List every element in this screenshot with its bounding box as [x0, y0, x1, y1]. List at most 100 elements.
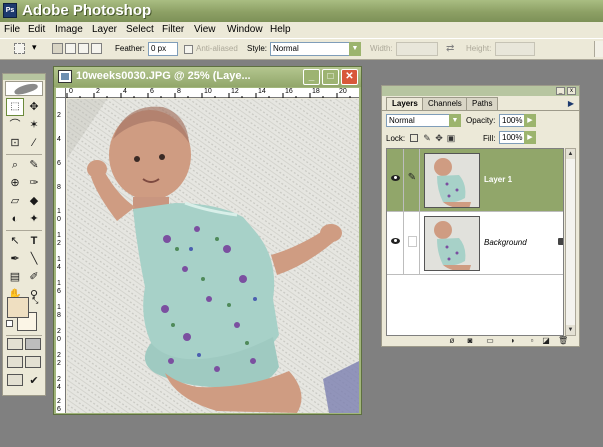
- style-select[interactable]: Normal: [270, 42, 350, 56]
- layers-scrollbar[interactable]: ▲ ▼: [565, 148, 576, 336]
- quick-mask-mode-icon[interactable]: [25, 338, 41, 350]
- menu-edit[interactable]: Edit: [28, 24, 45, 35]
- palette-close-button[interactable]: x: [567, 87, 576, 95]
- menu-window[interactable]: Window: [227, 24, 263, 35]
- layer-name[interactable]: Background: [484, 238, 527, 247]
- jump-to-imageready-icon[interactable]: [7, 374, 23, 386]
- visibility-cell[interactable]: [387, 149, 404, 211]
- menu-image[interactable]: Image: [55, 24, 83, 35]
- notes-tool-icon[interactable]: ▤: [6, 268, 24, 286]
- height-input[interactable]: [495, 42, 535, 56]
- minimize-button[interactable]: _: [303, 69, 320, 85]
- layer-row-layer-1[interactable]: ✎ Layer 1: [387, 149, 563, 212]
- crop-tool-icon[interactable]: ⊡: [6, 134, 24, 152]
- tab-paths[interactable]: Paths: [466, 97, 499, 110]
- dodge-tool-icon[interactable]: ✦: [25, 210, 43, 228]
- close-button[interactable]: ✕: [341, 69, 358, 85]
- visibility-cell[interactable]: [387, 212, 404, 274]
- eraser-tool-icon[interactable]: ▱: [6, 192, 24, 210]
- fill-input[interactable]: 100%: [499, 131, 525, 144]
- default-colors-icon[interactable]: [6, 320, 13, 327]
- opacity-input[interactable]: 100%: [499, 114, 525, 127]
- eyedropper-tool-icon[interactable]: ✐: [25, 268, 43, 286]
- scroll-up-icon[interactable]: ▲: [566, 149, 575, 159]
- menu-layer[interactable]: Layer: [92, 24, 117, 35]
- palette-minimize-button[interactable]: _: [556, 87, 565, 95]
- layer-name[interactable]: Layer 1: [484, 175, 512, 184]
- magic-wand-tool-icon[interactable]: ✶: [25, 116, 43, 134]
- feather-logo-icon[interactable]: [5, 81, 43, 97]
- lock-position-icon[interactable]: ✥: [434, 133, 444, 143]
- tab-channels[interactable]: Channels: [422, 97, 468, 110]
- horizontal-ruler[interactable]: 0 2 4 6 8 10 12 14 16 18 20: [66, 88, 359, 98]
- type-tool-icon[interactable]: T: [25, 232, 43, 250]
- new-selection-icon[interactable]: [52, 43, 63, 54]
- menu-file[interactable]: File: [4, 24, 20, 35]
- standard-mode-icon[interactable]: [7, 338, 23, 350]
- link-cell[interactable]: ✎: [405, 149, 420, 211]
- adjustment-layer-icon[interactable]: ◑: [508, 337, 516, 345]
- new-layer-icon[interactable]: ◪: [542, 337, 550, 345]
- menu-view[interactable]: View: [194, 24, 216, 35]
- palette-menu-arrow-icon[interactable]: ▶: [566, 99, 576, 108]
- link-cell[interactable]: [405, 212, 420, 274]
- lock-all-icon[interactable]: ▣: [446, 133, 456, 143]
- opacity-slider-arrow-icon[interactable]: ▶: [524, 114, 536, 127]
- add-selection-icon[interactable]: [65, 43, 76, 54]
- lock-image-brush-icon[interactable]: ✎: [422, 133, 432, 143]
- checkmark-icon[interactable]: ✔: [25, 372, 43, 390]
- ruler-origin[interactable]: [56, 88, 66, 98]
- brush-tool-icon[interactable]: ✎: [25, 156, 43, 174]
- clone-stamp-tool-icon[interactable]: ⊕: [6, 174, 24, 192]
- antialiased-checkbox[interactable]: [184, 45, 193, 54]
- lock-transparency-icon[interactable]: [410, 134, 418, 142]
- new-group-icon[interactable]: ▭: [486, 337, 494, 345]
- paint-bucket-tool-icon[interactable]: ◆: [25, 192, 43, 210]
- photoshop-app-icon[interactable]: Ps: [3, 3, 17, 18]
- intersect-selection-icon[interactable]: [91, 43, 102, 54]
- layer-mask-icon[interactable]: ◙: [466, 337, 474, 345]
- swap-width-height-icon[interactable]: ⇄: [446, 43, 454, 54]
- eye-icon[interactable]: [391, 175, 400, 181]
- menu-help[interactable]: Help: [270, 24, 291, 35]
- maximize-button[interactable]: □: [322, 69, 339, 85]
- subtract-selection-icon[interactable]: [78, 43, 89, 54]
- blend-mode-select[interactable]: Normal: [386, 114, 450, 127]
- menu-filter[interactable]: Filter: [162, 24, 184, 35]
- marquee-preset-icon[interactable]: [14, 43, 25, 54]
- layer-style-icon[interactable]: ø: [448, 337, 456, 345]
- path-selection-tool-icon[interactable]: ↖: [6, 232, 24, 250]
- line-tool-icon[interactable]: ╲: [25, 250, 43, 268]
- scroll-down-icon[interactable]: ▼: [566, 325, 575, 335]
- trash-icon[interactable]: 🗑: [558, 337, 568, 345]
- tools-palette-header[interactable]: [3, 74, 45, 80]
- width-input[interactable]: [396, 42, 438, 56]
- document-titlebar[interactable]: 10weeks0030.JPG @ 25% (Laye... _ □ ✕: [54, 67, 361, 87]
- ruler-v-label: 4: [57, 136, 61, 143]
- new-layer-set-icon[interactable]: ▫: [528, 337, 536, 345]
- menu-select[interactable]: Select: [126, 24, 154, 35]
- standard-screen-icon[interactable]: [7, 356, 23, 368]
- blur-tool-icon[interactable]: ◐: [6, 210, 24, 228]
- vertical-ruler[interactable]: 2 4 6 8 1 0 1 2 1 4 1 6 1 8 2 0 2 2 2 4 …: [56, 98, 66, 413]
- image-canvas[interactable]: [67, 99, 359, 413]
- feather-input[interactable]: 0 px: [148, 42, 178, 56]
- foreground-color-swatch[interactable]: [7, 297, 29, 318]
- lasso-tool-icon[interactable]: ⌒: [6, 116, 24, 134]
- style-chevron-down-icon[interactable]: ▼: [349, 42, 361, 56]
- healing-brush-tool-icon[interactable]: ⌕: [6, 156, 24, 174]
- move-tool-icon[interactable]: ✥: [25, 98, 43, 116]
- slice-tool-icon[interactable]: ∕: [25, 134, 43, 152]
- layer-row-background[interactable]: Background: [387, 212, 563, 275]
- history-brush-tool-icon[interactable]: ✑: [25, 174, 43, 192]
- eye-icon[interactable]: [391, 238, 400, 244]
- pen-tool-icon[interactable]: ✒: [6, 250, 24, 268]
- swap-colors-icon[interactable]: ⤡: [32, 296, 38, 306]
- preset-chevron-down-icon[interactable]: ▾: [32, 42, 37, 53]
- layers-palette-header[interactable]: _ x: [382, 86, 579, 96]
- fill-slider-arrow-icon[interactable]: ▶: [524, 131, 536, 144]
- rect-marquee-tool-icon[interactable]: ⬚: [6, 98, 24, 116]
- full-screen-icon[interactable]: [25, 356, 41, 368]
- blend-mode-chevron-down-icon[interactable]: ▼: [449, 114, 461, 127]
- tab-layers[interactable]: Layers: [386, 97, 424, 111]
